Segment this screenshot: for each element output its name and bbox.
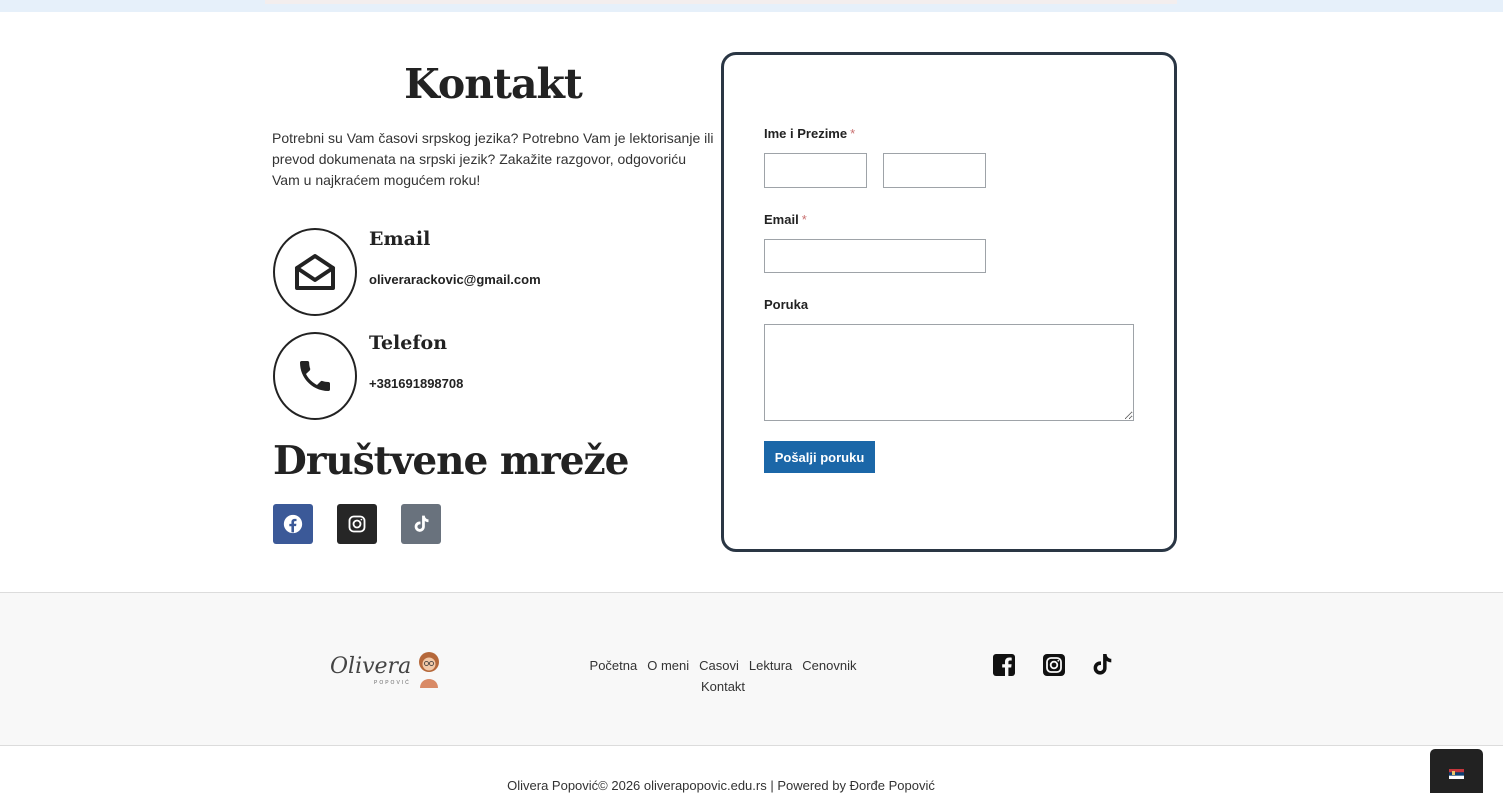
footer-nav-item-kontakt[interactable]: Kontakt xyxy=(701,679,745,694)
phone-title: Telefon xyxy=(369,332,448,354)
tiktok-button[interactable] xyxy=(401,504,441,544)
facebook-icon[interactable] xyxy=(992,653,1016,677)
name-label: Ime i Prezime * xyxy=(764,126,856,141)
tiktok-icon xyxy=(414,515,429,532)
footer-nav-item-pocetna[interactable]: Početna xyxy=(590,658,638,673)
instagram-icon[interactable] xyxy=(1042,653,1066,677)
copyright-text: Olivera Popović© 2026 oliverapopovic.edu… xyxy=(507,778,935,793)
site-logo[interactable]: Olivera POPOVIĆ xyxy=(330,642,445,692)
tiktok-icon[interactable] xyxy=(1090,653,1114,677)
email-label: Email * xyxy=(764,212,807,227)
footer-nav-item-cenovnik[interactable]: Cenovnik xyxy=(802,658,856,673)
footer-nav-item-o-meni[interactable]: O meni xyxy=(647,658,689,673)
instagram-icon xyxy=(348,515,366,533)
first-name-input[interactable] xyxy=(764,153,867,188)
footer-nav-item-lektura[interactable]: Lektura xyxy=(749,658,792,673)
footer-nav: Početna O meni Casovi Lektura Cenovnik Konta… xyxy=(573,655,873,697)
social-heading: Društvene mreže xyxy=(273,438,629,484)
phone-value[interactable]: +381691898708 xyxy=(369,376,463,391)
top-strip xyxy=(0,0,1503,12)
phone-icon xyxy=(273,332,357,420)
required-marker: * xyxy=(850,126,856,141)
email-field[interactable] xyxy=(764,239,986,273)
email-title: Email xyxy=(369,228,431,250)
serbia-flag-icon xyxy=(1449,769,1464,779)
facebook-button[interactable] xyxy=(273,504,313,544)
avatar-illustration-icon xyxy=(419,652,439,688)
top-strip-inner xyxy=(265,0,1177,4)
logo-text: Olivera xyxy=(330,654,412,679)
instagram-button[interactable] xyxy=(337,504,377,544)
envelope-open-icon xyxy=(273,228,357,316)
email-value[interactable]: oliverarackovic@gmail.com xyxy=(369,272,541,287)
footer-nav-item-casovi[interactable]: Casovi xyxy=(699,658,739,673)
message-textarea[interactable] xyxy=(764,324,1134,421)
message-label: Poruka xyxy=(764,297,809,312)
submit-button[interactable]: Pošalji poruku xyxy=(764,441,875,473)
required-marker: * xyxy=(801,212,807,227)
facebook-icon xyxy=(283,514,303,534)
logo-subtext: POPOVIĆ xyxy=(374,680,411,686)
contact-heading: Kontakt xyxy=(404,60,583,108)
last-name-input[interactable] xyxy=(883,153,986,188)
language-switcher[interactable] xyxy=(1430,749,1483,793)
contact-intro: Potrebni su Vam časovi srpskog jezika? P… xyxy=(272,130,714,188)
